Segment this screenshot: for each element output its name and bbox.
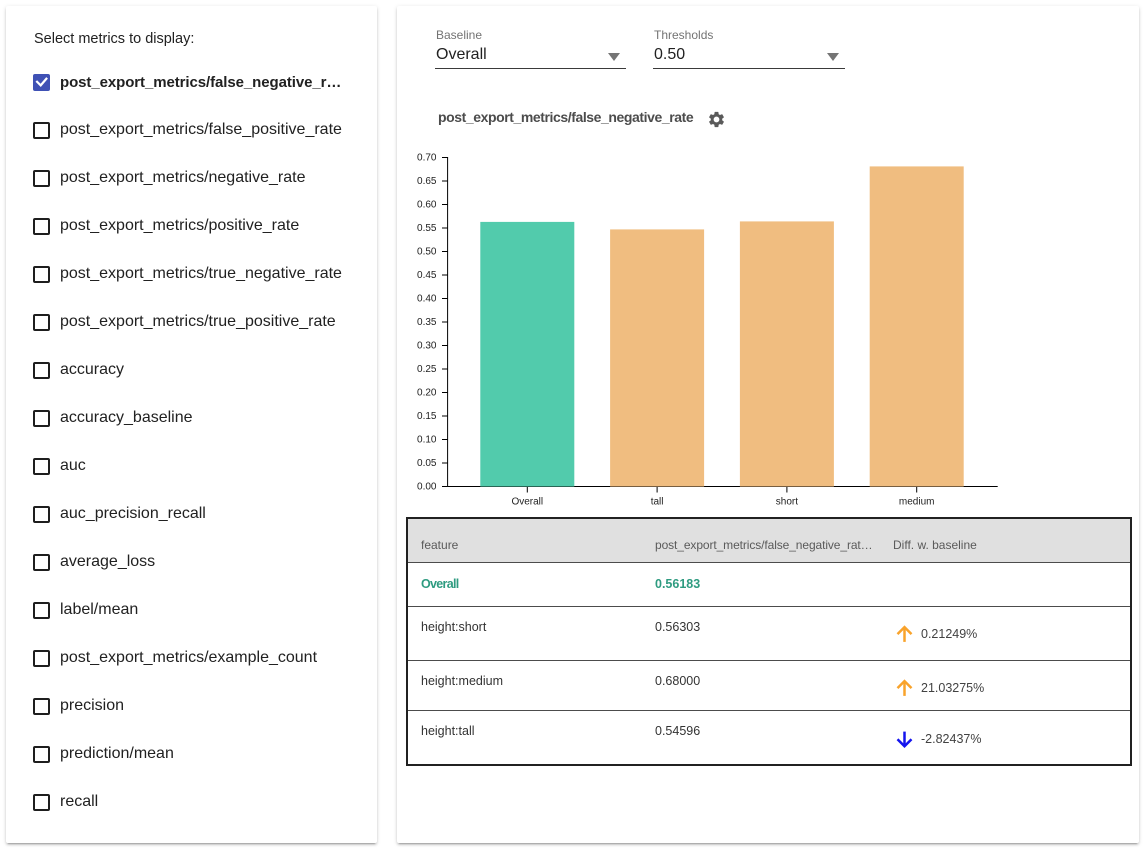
svg-text:0.10: 0.10: [417, 435, 437, 446]
svg-text:0.15: 0.15: [417, 411, 437, 422]
svg-text:short: short: [776, 497, 798, 508]
svg-text:0.55: 0.55: [417, 223, 437, 234]
svg-text:0.45: 0.45: [417, 270, 437, 281]
svg-text:0.20: 0.20: [417, 388, 437, 399]
svg-text:0.30: 0.30: [417, 341, 437, 352]
svg-text:0.60: 0.60: [417, 200, 437, 211]
svg-text:0.25: 0.25: [417, 364, 437, 375]
svg-text:0.65: 0.65: [417, 176, 437, 187]
svg-text:0.00: 0.00: [417, 482, 437, 493]
svg-text:0.05: 0.05: [417, 458, 437, 469]
svg-text:0.40: 0.40: [417, 294, 437, 305]
svg-text:Overall: Overall: [511, 497, 543, 508]
svg-text:0.70: 0.70: [417, 153, 437, 164]
svg-text:0.35: 0.35: [417, 317, 437, 328]
svg-text:tall: tall: [651, 497, 664, 508]
svg-text:medium: medium: [899, 497, 935, 508]
svg-text:0.50: 0.50: [417, 247, 437, 258]
